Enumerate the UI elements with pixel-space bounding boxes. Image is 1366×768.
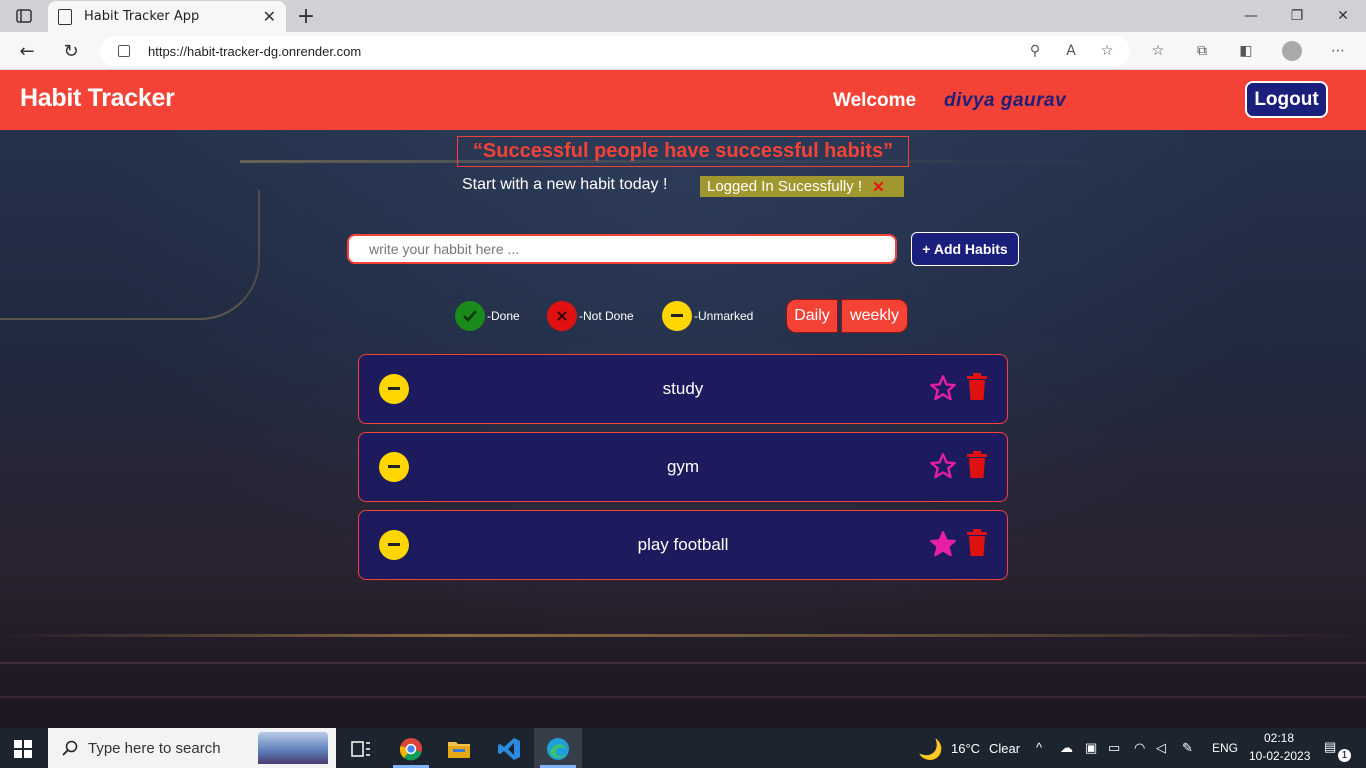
daily-view-button[interactable]: Daily [786, 299, 838, 333]
minimize-icon[interactable]: — [1228, 0, 1274, 32]
clock-date[interactable]: 10-02-2023 [1249, 749, 1310, 763]
check-icon [455, 301, 485, 331]
tab-title: Habit Tracker App [84, 9, 200, 24]
weather-condition[interactable]: Clear [989, 741, 1020, 756]
login-alert: Logged In Sucessfully ! ✕ [700, 176, 904, 197]
motivational-quote: “Successful people have successful habit… [457, 136, 909, 167]
windows-start-icon[interactable] [14, 740, 32, 758]
restore-icon[interactable]: ❐ [1274, 0, 1320, 32]
minus-icon [662, 301, 692, 331]
trash-icon[interactable] [965, 373, 989, 401]
background-decoration [0, 634, 1366, 637]
clock-time[interactable]: 02:18 [1264, 731, 1294, 745]
browser-tab[interactable]: Habit Tracker App ✕ [48, 1, 286, 32]
habit-name: play football [637, 535, 729, 554]
tab-actions-icon[interactable] [8, 4, 40, 28]
lock-icon [118, 45, 130, 57]
pen-icon[interactable]: ✎ [1182, 740, 1193, 756]
legend-done: -Done [455, 301, 520, 331]
weather-temperature[interactable]: 16°C [951, 741, 980, 756]
read-aloud-icon[interactable]: A [1062, 42, 1080, 60]
battery-icon[interactable]: ▭ [1108, 740, 1120, 756]
background-decoration [0, 190, 260, 320]
star-filled-icon[interactable] [929, 530, 957, 558]
window-close-icon[interactable]: ✕ [1320, 0, 1366, 32]
browser-essentials-icon[interactable]: ◧ [1237, 42, 1255, 60]
search-highlight-image [258, 732, 328, 764]
file-explorer-icon[interactable] [446, 736, 472, 762]
tab-close-icon[interactable]: ✕ [263, 7, 276, 26]
background-decoration [0, 696, 1366, 698]
notification-icon[interactable]: ▤ [1324, 739, 1336, 755]
chrome-icon[interactable] [398, 736, 424, 762]
more-options-icon[interactable]: ⋯ [1329, 42, 1347, 60]
browser-toolbar: ← ↻ https://habit-tracker-dg.onrender.co… [0, 32, 1366, 70]
add-habit-button[interactable]: + Add Habits [911, 232, 1019, 266]
task-view-icon[interactable] [348, 736, 374, 762]
page-favicon-icon [58, 8, 72, 25]
moon-weather-icon[interactable]: 🌙 [918, 737, 943, 762]
volume-icon[interactable]: ◁ [1156, 740, 1166, 756]
legend-unmarked: -Unmarked [662, 301, 753, 331]
meet-now-icon[interactable]: ▣ [1085, 740, 1097, 756]
app-brand[interactable]: Habit Tracker [20, 84, 175, 113]
collections-icon[interactable]: ⧉ [1193, 42, 1211, 60]
habit-name: gym [666, 457, 700, 476]
star-outline-icon[interactable] [929, 452, 957, 480]
weekly-view-button[interactable]: weekly [841, 299, 908, 333]
vscode-icon[interactable] [496, 736, 522, 762]
key-icon[interactable]: ⚲ [1026, 42, 1044, 60]
habit-card: play football [358, 510, 1008, 580]
favorites-icon[interactable]: ☆ [1149, 42, 1167, 60]
notification-count: 1 [1338, 749, 1351, 762]
address-bar[interactable]: https://habit-tracker-dg.onrender.com [100, 36, 1130, 66]
edge-icon[interactable] [545, 736, 571, 762]
star-outline-icon[interactable] [929, 374, 957, 402]
habit-card: study [358, 354, 1008, 424]
habit-card: gym [358, 432, 1008, 502]
windows-taskbar: Type here to search 🌙 16°C Clear ^ ☁ ▣ ▭… [0, 728, 1366, 768]
search-placeholder: Type here to search [88, 739, 221, 757]
web-page: Habit Tracker Welcome divya gaurav Logou… [0, 70, 1366, 728]
habit-input[interactable] [347, 234, 897, 264]
cross-icon [547, 301, 577, 331]
browser-tab-bar: Habit Tracker App ✕ + — ❐ ✕ [0, 0, 1366, 32]
alert-message: Logged In Sucessfully ! [707, 178, 863, 195]
back-icon[interactable]: ← [12, 36, 42, 66]
trash-icon[interactable] [965, 451, 989, 479]
logout-button[interactable]: Logout [1245, 81, 1328, 118]
legend-not-done: -Not Done [547, 301, 634, 331]
username: divya gaurav [944, 90, 1067, 111]
new-tab-icon[interactable]: + [294, 4, 318, 29]
chevron-up-icon[interactable]: ^ [1036, 740, 1042, 755]
legend-done-label: -Done [487, 309, 520, 323]
trash-icon[interactable] [965, 529, 989, 557]
habit-name: study [662, 379, 704, 398]
cloud-sync-icon[interactable]: ☁ [1060, 740, 1073, 756]
background-decoration [0, 662, 1366, 664]
alert-close-icon[interactable]: ✕ [872, 178, 885, 196]
welcome-text: Welcome [833, 90, 917, 111]
subheading: Start with a new habit today ! [462, 176, 668, 193]
wifi-icon[interactable]: ◠ [1134, 740, 1145, 756]
taskbar-search[interactable]: Type here to search [48, 728, 336, 768]
app-navbar: Habit Tracker Welcome divya gaurav Logou… [0, 70, 1366, 130]
url-text: https://habit-tracker-dg.onrender.com [148, 43, 362, 59]
search-icon [62, 740, 78, 756]
refresh-icon[interactable]: ↻ [56, 36, 86, 66]
language-indicator[interactable]: ENG [1212, 741, 1238, 755]
legend-not-done-label: -Not Done [579, 309, 634, 323]
add-favorite-icon[interactable]: ☆ [1098, 42, 1116, 60]
legend-unmarked-label: -Unmarked [694, 309, 754, 323]
profile-avatar[interactable] [1282, 41, 1302, 61]
